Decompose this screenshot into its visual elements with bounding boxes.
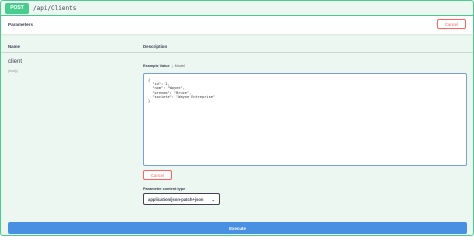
body-param-textarea[interactable]: { "id": 1, "nom": "Wayne", "prenom": "Br… — [143, 73, 467, 166]
example-tabs: Example Value | Model — [143, 64, 185, 68]
parameters-header: Parameters Cancel — [1, 16, 473, 34]
parameters-title: Parameters — [8, 22, 34, 27]
content-type-selected: application/json-patch+json — [148, 196, 204, 202]
body-cancel-button[interactable]: Cancel — [143, 170, 172, 180]
method-badge: POST — [5, 2, 29, 14]
tab-model[interactable]: Model — [175, 64, 185, 68]
operation-path: /api/Clients — [33, 4, 77, 12]
parameter-location: (body) — [8, 69, 19, 73]
content-type-select[interactable]: application/json-patch+json ⌄ — [143, 193, 220, 205]
content-type-label: Parameter content type — [143, 187, 186, 191]
tab-example-value[interactable]: Example Value — [143, 64, 170, 68]
operation-summary[interactable]: POST /api/Clients — [1, 1, 473, 16]
chevron-down-icon: ⌄ — [211, 197, 215, 202]
parameter-name: client — [8, 59, 23, 65]
execute-button[interactable]: Execute — [8, 222, 467, 234]
tab-separator: | — [171, 64, 173, 68]
try-out-cancel-button[interactable]: Cancel — [437, 19, 466, 29]
parameters-table-header: Name Description — [1, 39, 473, 53]
opblock-post-clients: POST /api/Clients Parameters Cancel Name… — [0, 0, 474, 236]
column-name-header: Name — [8, 44, 20, 49]
column-description-header: Description — [143, 44, 168, 49]
